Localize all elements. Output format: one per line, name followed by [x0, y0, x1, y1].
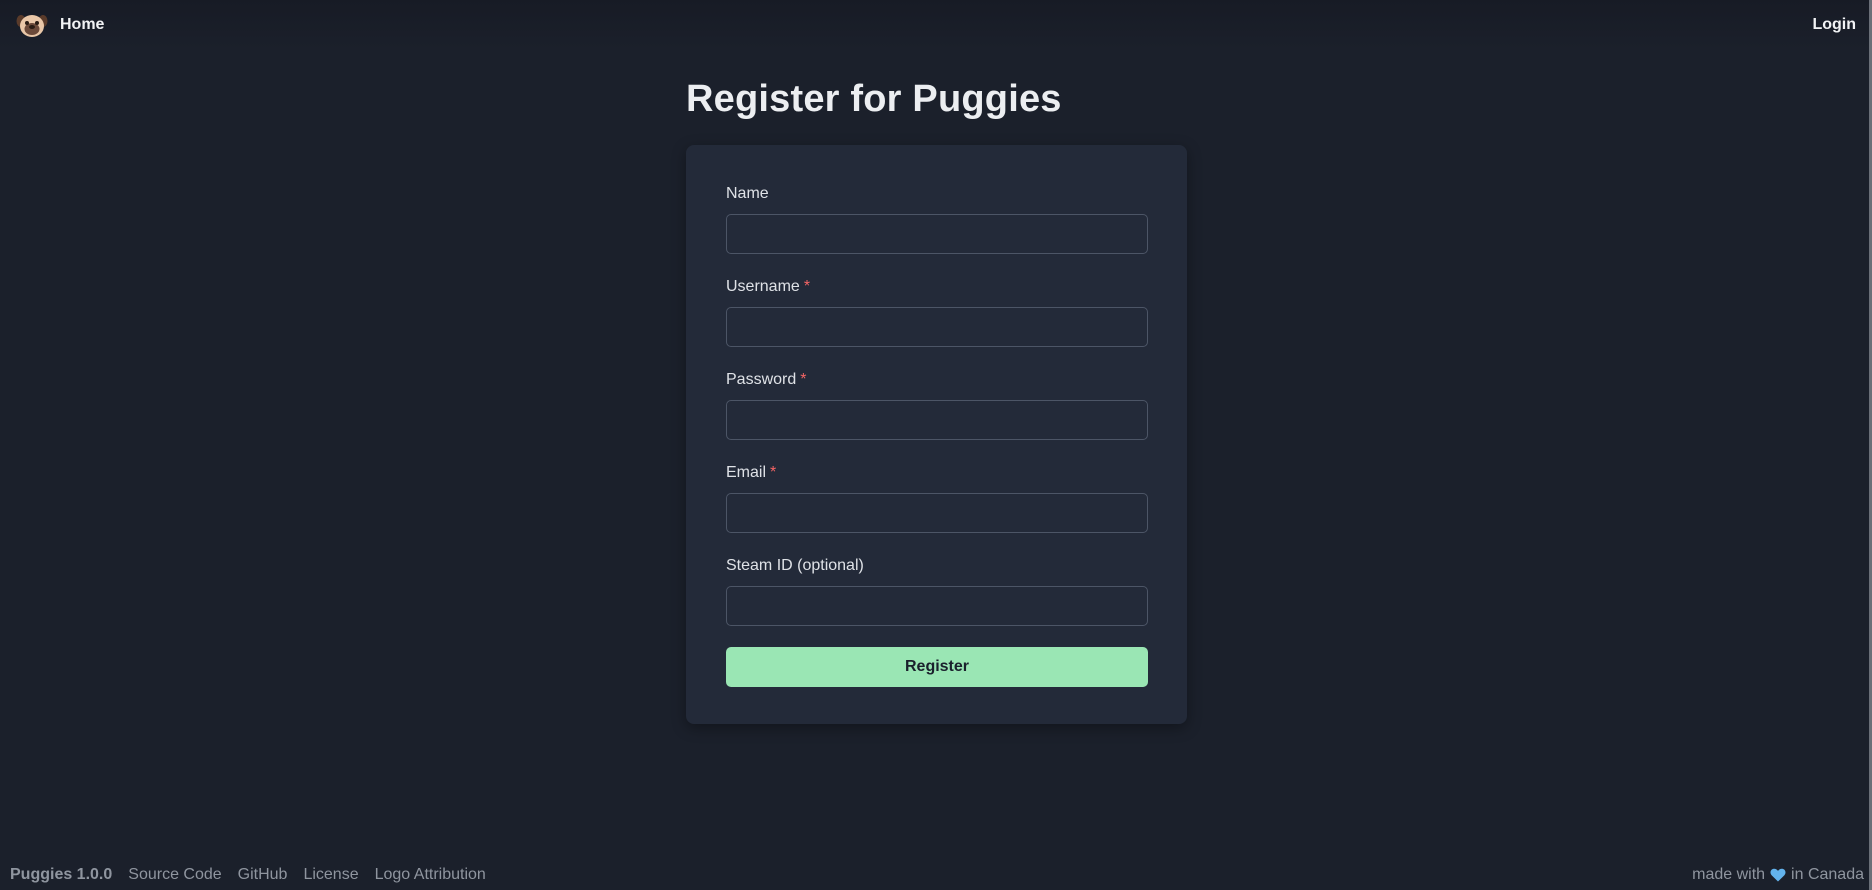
made-with-prefix: made with	[1692, 866, 1766, 883]
name-label: Name	[726, 185, 1147, 203]
name-input[interactable]	[726, 214, 1148, 254]
nav-left: Home	[16, 12, 104, 38]
email-label-text: Email	[726, 464, 767, 481]
name-label-text: Name	[726, 185, 769, 202]
email-input[interactable]	[726, 493, 1148, 533]
footer-right: made with in Canada	[1692, 866, 1864, 884]
footer-left: Puggies 1.0.0 Source Code GitHub License…	[10, 866, 502, 884]
register-form: Name Username * Password * Email * Steam ID…	[686, 145, 1187, 724]
email-field-group: Email *	[726, 464, 1148, 533]
steam-id-label-text: Steam ID (optional)	[726, 557, 864, 574]
footer: Puggies 1.0.0 Source Code GitHub License…	[0, 860, 1870, 890]
username-field-group: Username *	[726, 278, 1148, 347]
register-button[interactable]: Register	[726, 647, 1148, 687]
heart-icon	[1770, 868, 1786, 882]
username-label: Username *	[726, 278, 1147, 296]
username-input[interactable]	[726, 307, 1148, 347]
license-link[interactable]: License	[303, 866, 358, 884]
required-marker: *	[800, 371, 807, 388]
username-label-text: Username	[726, 278, 800, 295]
github-link[interactable]: GitHub	[238, 866, 288, 884]
name-field-group: Name	[726, 185, 1148, 254]
password-input[interactable]	[726, 400, 1148, 440]
required-marker: *	[770, 464, 777, 481]
source-code-link[interactable]: Source Code	[128, 866, 221, 884]
logo-attribution-link[interactable]: Logo Attribution	[375, 866, 486, 884]
steam-id-field-group: Steam ID (optional)	[726, 557, 1148, 626]
pug-face-icon[interactable]	[16, 12, 48, 38]
page-title: Register for Puggies	[686, 78, 1062, 120]
password-field-group: Password *	[726, 371, 1148, 440]
version-label: Puggies 1.0.0	[10, 866, 113, 883]
home-link[interactable]: Home	[60, 16, 104, 34]
top-navbar: Home Login	[0, 0, 1870, 50]
login-link[interactable]: Login	[1812, 16, 1856, 34]
made-with-suffix: in Canada	[1791, 866, 1864, 883]
steam-id-input[interactable]	[726, 586, 1148, 626]
required-marker: *	[803, 278, 811, 295]
steam-id-label: Steam ID (optional)	[726, 557, 1147, 575]
email-label: Email *	[726, 464, 1147, 482]
password-label: Password *	[726, 371, 1147, 389]
password-label-text: Password	[726, 371, 797, 388]
